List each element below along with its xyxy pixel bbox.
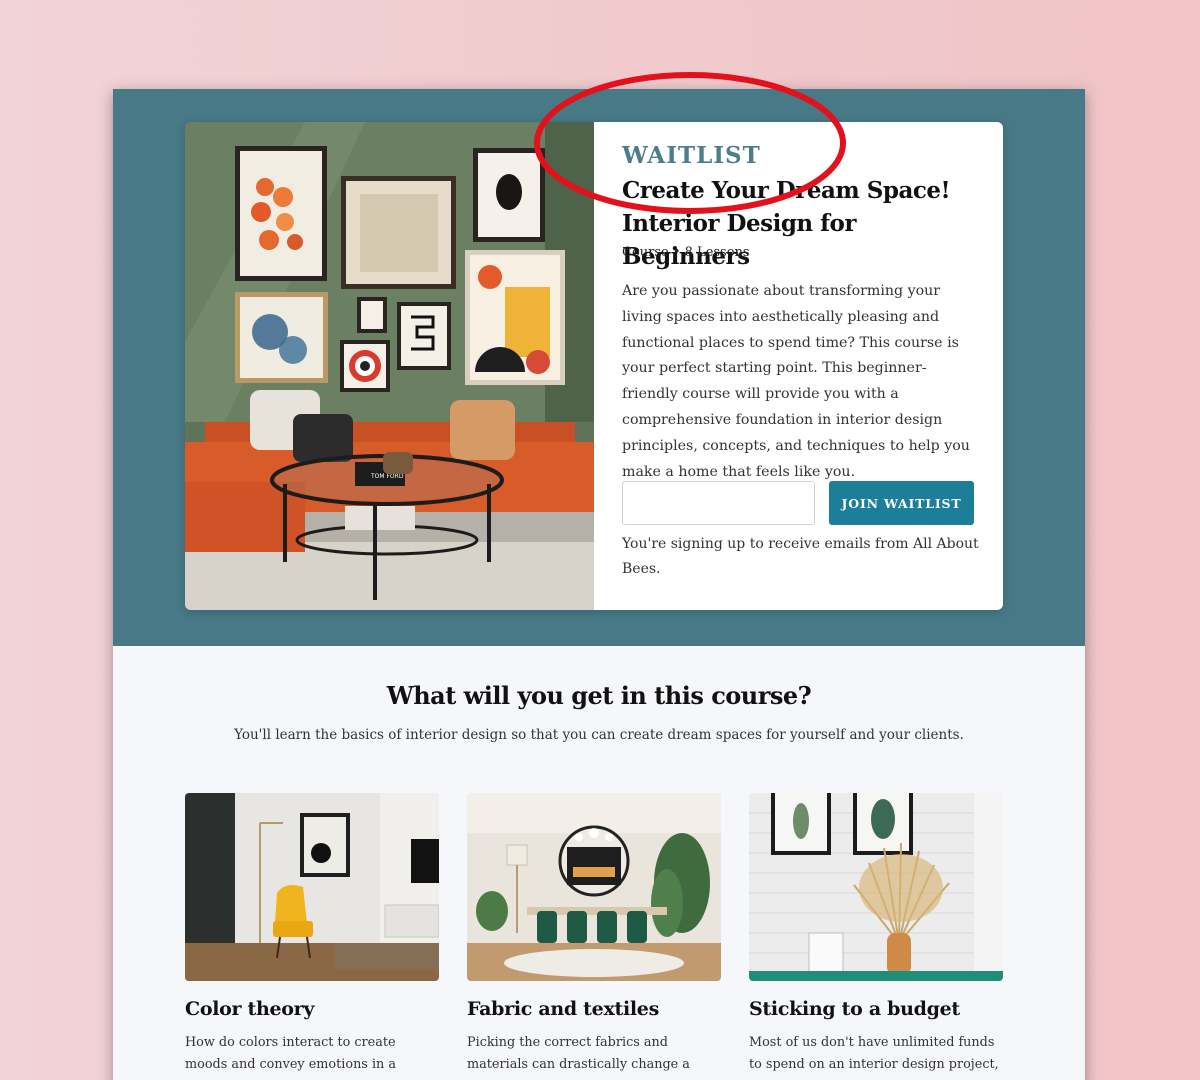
feature-card-fabric-textiles: Fabric and textiles Picking the correct … xyxy=(467,793,721,1080)
course-description: Are you passionate about transforming yo… xyxy=(622,283,970,480)
feature-title: Color theory xyxy=(185,998,315,1020)
feature-text: How do colors interact to create moods a… xyxy=(185,1035,396,1080)
feature-card-budget: Sticking to a budget Most of us don't ha… xyxy=(749,793,1003,1080)
feature-card-color-theory: Color theory How do colors interact to c… xyxy=(185,793,439,1080)
hero-section: TOM FORD WAITLIST Create Your Dream Spac… xyxy=(113,89,1085,646)
budget-image xyxy=(749,793,1003,981)
landing-page: TOM FORD WAITLIST Create Your Dream Spac… xyxy=(113,89,1085,1080)
join-waitlist-button[interactable]: JOIN WAITLIST xyxy=(829,481,974,525)
fabric-textiles-image xyxy=(467,793,721,981)
feature-text: Most of us don't have unlimited funds to… xyxy=(749,1035,999,1080)
email-input[interactable] xyxy=(622,481,815,525)
hero-card: TOM FORD WAITLIST Create Your Dream Spac… xyxy=(185,122,1003,610)
course-meta: Course • 8 Lessons xyxy=(622,245,750,260)
color-theory-image xyxy=(185,793,439,981)
feature-title: Fabric and textiles xyxy=(467,998,659,1020)
feature-text: Picking the correct fabrics and material… xyxy=(467,1035,690,1080)
section-subtitle: You'll learn the basics of interior desi… xyxy=(234,727,964,743)
book-cover-text: TOM FORD xyxy=(370,473,404,480)
section-title: What will you get in this course? xyxy=(386,681,812,710)
consent-text: You're signing up to receive emails from… xyxy=(622,536,979,577)
waitlist-label: WAITLIST xyxy=(622,142,761,169)
living-room-image: TOM FORD xyxy=(185,122,594,610)
feature-title: Sticking to a budget xyxy=(749,998,960,1020)
